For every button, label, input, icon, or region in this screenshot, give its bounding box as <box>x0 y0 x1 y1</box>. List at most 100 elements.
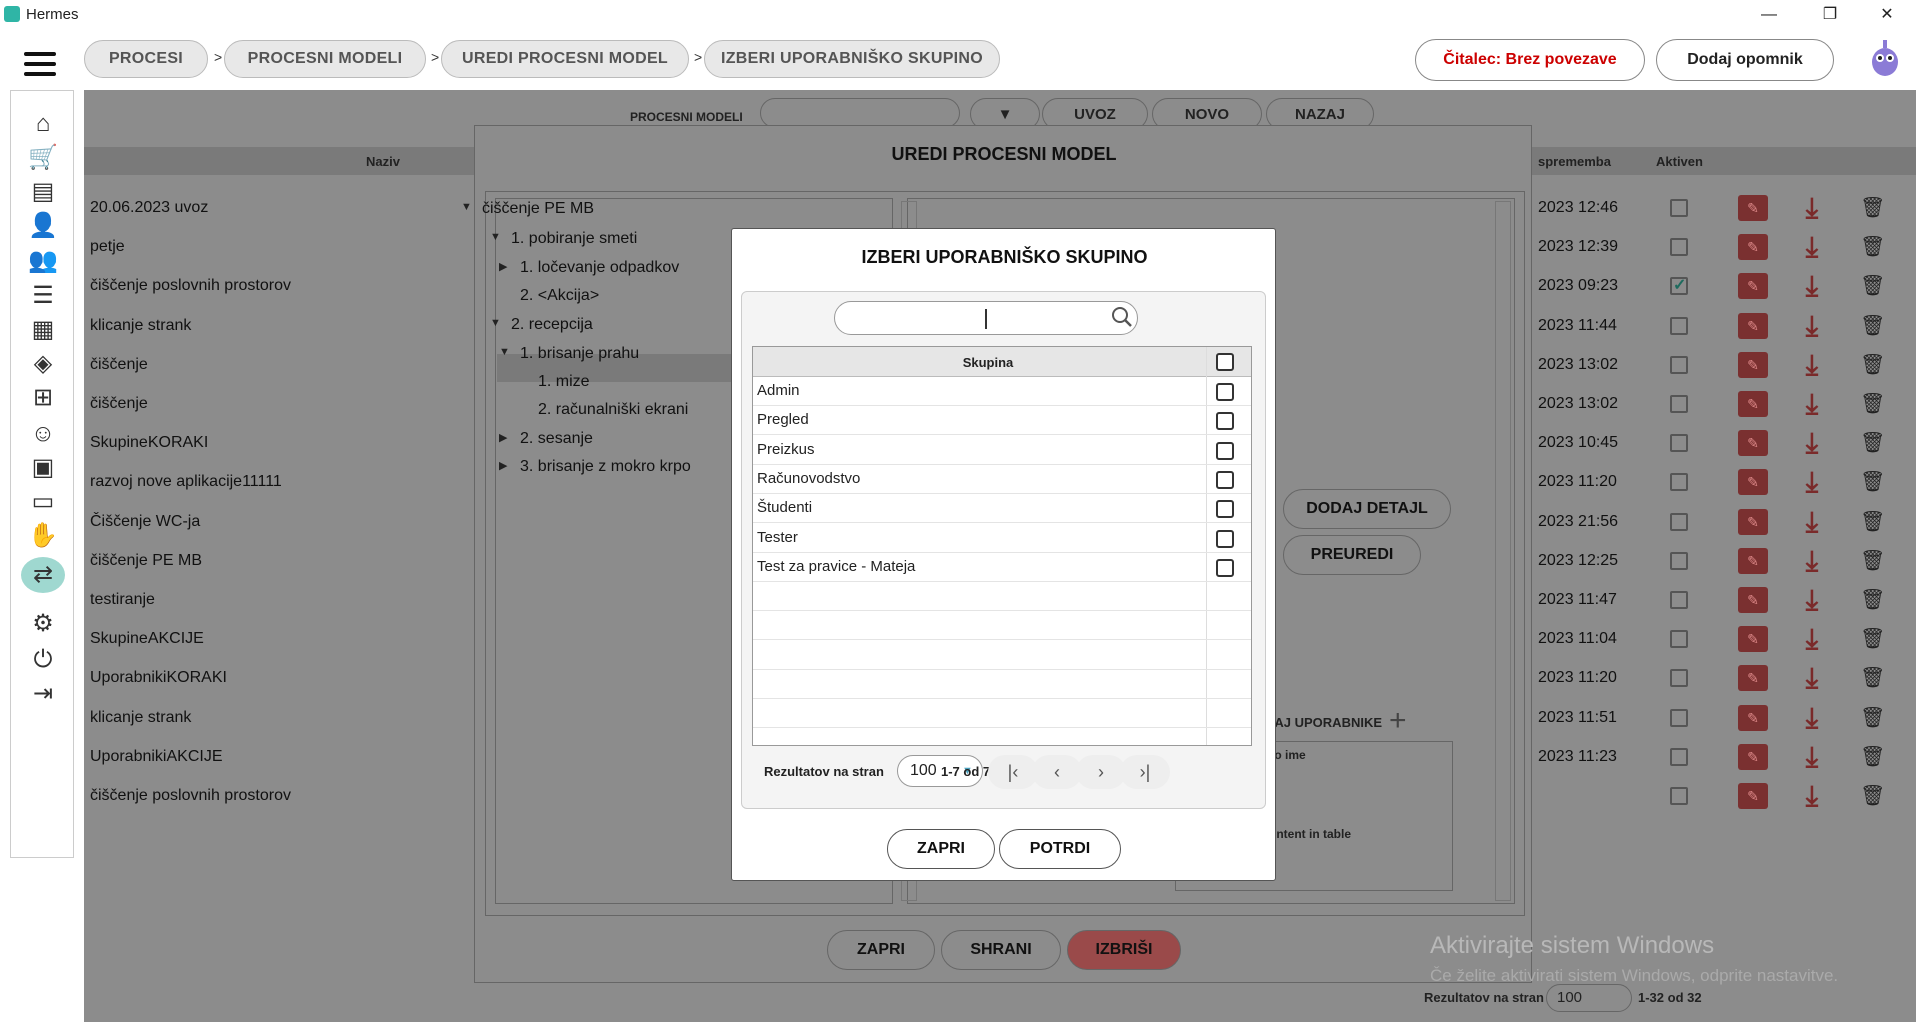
home-icon[interactable]: ⌂ <box>28 109 58 139</box>
chat-icon[interactable]: ▭ <box>28 487 58 517</box>
table-row-name[interactable]: UporabnikiAKCIJE <box>90 748 223 766</box>
list-item[interactable] <box>753 524 1251 553</box>
tree-item[interactable]: 1. mize <box>538 373 590 391</box>
table-row-name[interactable]: klicanje strank <box>90 709 191 727</box>
group-search-input[interactable] <box>834 301 1138 335</box>
search-icon[interactable] <box>1111 306 1133 334</box>
active-checkbox[interactable] <box>1670 512 1688 531</box>
download-icon[interactable]: ⤓ <box>1797 193 1827 223</box>
close-modal-button[interactable]: ZAPRI <box>827 930 935 970</box>
tree-item[interactable]: 1. pobiranje smeti <box>511 230 637 248</box>
active-checkbox[interactable] <box>1670 316 1688 335</box>
power-icon[interactable]: ⏻ <box>28 645 58 675</box>
users-icon[interactable]: 👥 <box>28 246 58 276</box>
trash-icon[interactable]: 🗑 <box>1860 586 1885 614</box>
table-row-name[interactable]: UporabnikiKORAKI <box>90 669 227 687</box>
list-icon[interactable]: ☰ <box>28 281 58 311</box>
download-icon[interactable]: ⤓ <box>1797 506 1827 537</box>
table-row-name[interactable]: Čiščenje WC-ja <box>90 513 200 531</box>
layers-icon[interactable]: ◈ <box>28 349 58 379</box>
restore-button[interactable]: ❐ <box>1807 2 1853 28</box>
add-reminder-button[interactable]: Dodaj opomnik <box>1656 39 1834 81</box>
tree-item[interactable]: 2. recepcija <box>511 316 593 334</box>
edit-icon[interactable]: ✎ <box>1738 783 1768 809</box>
table-row-name[interactable]: 20.06.2023 uvoz <box>90 199 208 217</box>
active-checkbox[interactable] <box>1670 473 1688 492</box>
gear-icon[interactable]: ⚙ <box>28 609 58 639</box>
download-icon[interactable]: ⤓ <box>1797 349 1827 380</box>
tree-expand-icon[interactable]: ▶ <box>499 260 507 273</box>
breadcrumb-uredi-procesni-model[interactable]: UREDI PROCESNI MODEL <box>441 40 689 78</box>
edit-icon[interactable]: ✎ <box>1738 351 1768 378</box>
edit-icon[interactable]: ✎ <box>1738 587 1768 613</box>
group-checkbox[interactable] <box>1216 529 1234 548</box>
trash-icon[interactable]: 🗑 <box>1860 351 1885 379</box>
select-all-checkbox[interactable] <box>1216 353 1234 371</box>
group-checkbox[interactable] <box>1216 500 1234 519</box>
table-row-name[interactable]: čiščenje PE MB <box>90 552 202 570</box>
tree-collapse-icon[interactable]: ▼ <box>499 346 510 358</box>
trash-icon[interactable]: 🗑 <box>1860 547 1885 575</box>
edit-icon[interactable]: ✎ <box>1738 508 1768 535</box>
edit-icon[interactable]: ✎ <box>1738 234 1768 261</box>
list-item[interactable] <box>753 494 1251 524</box>
trash-icon[interactable]: 🗑 <box>1860 704 1885 732</box>
minimize-button[interactable]: — <box>1746 2 1792 28</box>
active-checkbox[interactable] <box>1670 355 1688 374</box>
edit-icon[interactable]: ✎ <box>1738 273 1768 300</box>
download-icon[interactable]: ⤓ <box>1797 702 1827 733</box>
edit-icon[interactable]: ✎ <box>1738 626 1768 653</box>
save-button[interactable]: SHRANI <box>941 930 1061 970</box>
table-row-name[interactable]: čiščenje <box>90 395 148 413</box>
download-icon[interactable]: ⤓ <box>1797 389 1827 419</box>
toolbar-search-input[interactable] <box>760 98 960 128</box>
download-icon[interactable]: ⤓ <box>1797 310 1827 341</box>
breadcrumb-procesi[interactable]: PROCESI <box>84 40 208 78</box>
table-row-name[interactable]: SkupineAKCIJE <box>90 630 204 648</box>
next-page-icon[interactable]: › <box>1076 755 1126 789</box>
list-item[interactable] <box>753 377 1251 406</box>
calendar-icon[interactable]: ▦ <box>28 315 58 345</box>
tree-item[interactable]: 2. računalniški ekrani <box>538 401 688 419</box>
tree-collapse-icon[interactable]: ▼ <box>490 317 501 329</box>
prev-page-icon[interactable]: ‹ <box>1032 755 1082 789</box>
dialog-confirm-button[interactable]: POTRDI <box>999 829 1121 869</box>
active-checkbox[interactable] <box>1670 708 1688 727</box>
tree-item[interactable]: 2. <Akcija> <box>520 287 599 305</box>
active-checkbox[interactable] <box>1670 238 1688 257</box>
list-item[interactable] <box>753 406 1251 436</box>
trash-icon[interactable]: 🗑 <box>1860 664 1885 692</box>
download-icon[interactable]: ⤓ <box>1797 624 1827 654</box>
download-icon[interactable]: ⤓ <box>1797 585 1827 615</box>
tree-collapse-icon[interactable]: ▼ <box>461 201 472 213</box>
group-checkbox[interactable] <box>1216 470 1234 489</box>
list-item[interactable] <box>753 436 1251 465</box>
edit-icon[interactable]: ✎ <box>1738 430 1768 457</box>
trash-icon[interactable]: 🗑 <box>1860 233 1885 261</box>
active-checkbox[interactable] <box>1670 787 1688 805</box>
close-window-button[interactable]: ✕ <box>1864 2 1910 28</box>
trash-icon[interactable]: 🗑 <box>1860 625 1885 653</box>
tree-item[interactable]: čiščenje PE MB <box>482 200 594 218</box>
table-row-name[interactable]: SkupineKORAKI <box>90 434 208 452</box>
detail-scrollbar[interactable] <box>1495 201 1511 901</box>
active-checkbox[interactable] <box>1670 630 1688 649</box>
reader-status-button[interactable]: Čitalec: Brez povezave <box>1415 39 1645 81</box>
briefcase-icon[interactable]: ▣ <box>28 453 58 483</box>
cart-icon[interactable]: 🛒 <box>28 143 58 173</box>
delete-button[interactable]: IZBRIŠI <box>1067 930 1181 970</box>
group-checkbox[interactable] <box>1216 383 1234 401</box>
rearrange-button[interactable]: PREUREDI <box>1283 535 1421 575</box>
group-checkbox[interactable] <box>1216 412 1234 431</box>
active-checkbox[interactable] <box>1670 591 1688 609</box>
user-icon[interactable]: 👤 <box>28 211 58 241</box>
tree-item[interactable]: 3. brisanje z mokro krpo <box>520 458 691 476</box>
logout-icon[interactable]: ⇥ <box>28 679 58 709</box>
breadcrumb-procesni-modeli[interactable]: PROCESNI MODELI <box>224 40 426 78</box>
dialog-close-button[interactable]: ZAPRI <box>887 829 995 869</box>
handshake-icon[interactable]: ✋ <box>28 521 58 551</box>
download-icon[interactable]: ⤓ <box>1797 663 1827 693</box>
avatar[interactable] <box>1868 38 1902 78</box>
trash-icon[interactable]: 🗑 <box>1860 312 1885 340</box>
active-checkbox[interactable] <box>1670 434 1688 453</box>
